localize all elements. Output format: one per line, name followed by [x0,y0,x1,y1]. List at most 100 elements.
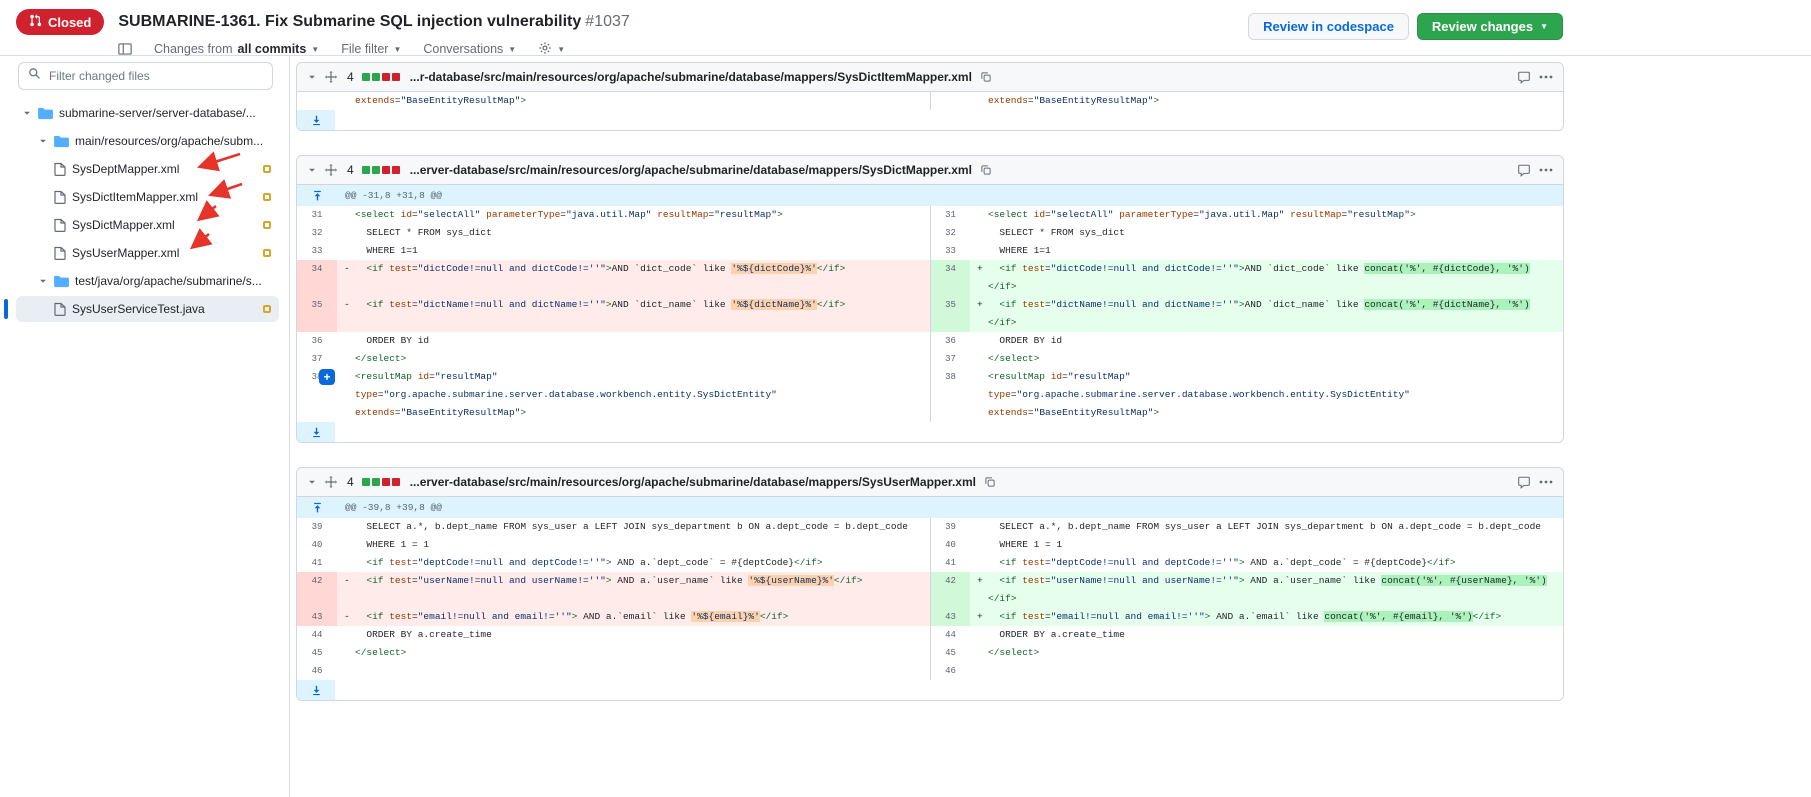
comment-icon[interactable] [1517,476,1531,489]
code-line[interactable]: SELECT a.*, b.dept_name FROM sys_user a … [337,518,930,536]
code-line[interactable]: <if test="deptCode!=null and deptCode!='… [970,554,1563,572]
drag-handle-icon[interactable] [325,164,337,176]
code-line[interactable]: <if test="deptCode!=null and deptCode!='… [337,554,930,572]
line-number[interactable]: 45 [297,644,337,662]
kebab-menu-icon[interactable] [1539,75,1553,79]
copy-path-icon[interactable] [984,476,996,488]
line-number[interactable]: 45 [930,644,970,662]
line-number[interactable] [297,386,337,404]
code-line[interactable] [337,662,930,680]
line-number[interactable] [297,404,337,422]
code-line[interactable]: WHERE 1 = 1 [970,536,1563,554]
code-line[interactable]: ORDER BY a.create_time [970,626,1563,644]
line-number[interactable]: 40 [297,536,337,554]
code-line[interactable]: ORDER BY a.create_time [337,626,930,644]
line-number[interactable]: 38 [930,368,970,386]
line-number[interactable]: 35 [930,296,970,332]
line-number[interactable]: 34 [930,260,970,296]
line-number[interactable]: 46 [297,662,337,680]
line-number[interactable]: 41 [930,554,970,572]
line-number[interactable]: 42 [930,572,970,608]
code-line[interactable]: SELECT * FROM sys_dict [337,224,930,242]
file-path[interactable]: ...erver-database/src/main/resources/org… [410,475,976,489]
line-number[interactable]: 43 [930,608,970,626]
line-number[interactable]: 39 [297,518,337,536]
code-line[interactable]: <select id="selectAll" parameterType="ja… [337,206,930,224]
filter-changed-files-input[interactable] [47,68,263,84]
tree-file-sysdictitemmapper-xml[interactable]: SysDictItemMapper.xml [16,184,279,210]
code-line[interactable]: type="org.apache.submarine.server.databa… [337,386,930,404]
diff-settings-menu[interactable]: ▼ [538,41,565,58]
file-path[interactable]: ...r-database/src/main/resources/org/apa… [410,70,972,84]
tree-folder-test-java-org-apache-submarine-s-[interactable]: test/java/org/apache/submarine/s... [16,268,279,294]
line-number[interactable]: 44 [930,626,970,644]
expand-diff-button[interactable] [297,422,335,442]
line-number[interactable]: 33 [297,242,337,260]
tree-file-sysdictmapper-xml[interactable]: SysDictMapper.xml [16,212,279,238]
conversations-menu[interactable]: Conversations▼ [423,42,516,56]
review-in-codespace-button[interactable]: Review in codespace [1248,13,1409,40]
tree-file-sysusermapper-xml[interactable]: SysUserMapper.xml [16,240,279,266]
line-number[interactable]: 32 [930,224,970,242]
line-number[interactable]: 32 [297,224,337,242]
code-line[interactable]: </select> [337,350,930,368]
tree-folder-submarine-server-server-database-[interactable]: submarine-server/server-database/... [16,100,279,126]
code-line[interactable]: SELECT * FROM sys_dict [970,224,1563,242]
line-number[interactable]: 31 [930,206,970,224]
copy-path-icon[interactable] [980,164,992,176]
file-tree-toggle-icon[interactable] [118,42,132,56]
line-number[interactable]: 37 [930,350,970,368]
code-line[interactable]: </select> [337,644,930,662]
code-line[interactable]: WHERE 1=1 [337,242,930,260]
comment-icon[interactable] [1517,164,1531,177]
line-number[interactable]: 41 [297,554,337,572]
code-line[interactable]: WHERE 1=1 [970,242,1563,260]
code-line[interactable]: ORDER BY id [337,332,930,350]
line-number[interactable] [930,92,970,110]
line-number[interactable] [297,92,337,110]
code-line[interactable]: - <if test="dictName!=null and dictName!… [337,296,930,332]
kebab-menu-icon[interactable] [1539,480,1553,484]
tree-file-sysdeptmapper-xml[interactable]: SysDeptMapper.xml [16,156,279,182]
code-line[interactable]: extends="BaseEntityResultMap"> [970,92,1563,110]
line-number[interactable]: 44 [297,626,337,644]
line-number[interactable]: 33 [930,242,970,260]
collapse-chevron-icon[interactable] [307,477,317,487]
copy-path-icon[interactable] [980,71,992,83]
drag-handle-icon[interactable] [325,71,337,83]
line-number[interactable]: 36 [297,332,337,350]
line-number[interactable]: 36 [930,332,970,350]
code-line[interactable]: extends="BaseEntityResultMap"> [337,404,930,422]
code-line[interactable]: WHERE 1 = 1 [337,536,930,554]
code-line[interactable]: <resultMap id="resultMap" [337,368,930,386]
code-line[interactable] [970,662,1563,680]
code-line[interactable]: <select id="selectAll" parameterType="ja… [970,206,1563,224]
code-line[interactable]: </select> [970,644,1563,662]
code-line[interactable]: SELECT a.*, b.dept_name FROM sys_user a … [970,518,1563,536]
expand-diff-button[interactable] [297,110,335,130]
line-number[interactable] [930,386,970,404]
add-comment-button[interactable]: + [319,369,335,385]
code-line[interactable]: extends="BaseEntityResultMap"> [970,404,1563,422]
line-number[interactable]: 46 [930,662,970,680]
code-line[interactable]: - <if test="userName!=null and userName!… [337,572,930,608]
code-line[interactable]: <resultMap id="resultMap" [970,368,1563,386]
commits-select-menu[interactable]: Changes fromall commits▼ [154,42,319,56]
collapse-chevron-icon[interactable] [307,165,317,175]
code-line[interactable]: extends="BaseEntityResultMap"> [337,92,930,110]
code-line[interactable]: + <if test="email!=null and email!=''"> … [970,608,1563,626]
drag-handle-icon[interactable] [325,476,337,488]
line-number[interactable]: 37 [297,350,337,368]
code-line[interactable]: - <if test="dictCode!=null and dictCode!… [337,260,930,296]
line-number[interactable]: 31 [297,206,337,224]
line-number[interactable]: 39 [930,518,970,536]
code-line[interactable]: </select> [970,350,1563,368]
expand-hunk-icon[interactable] [297,497,337,518]
file-filter-menu[interactable]: File filter▼ [341,42,401,56]
comment-icon[interactable] [1517,71,1531,84]
code-line[interactable]: - <if test="email!=null and email!=''"> … [337,608,930,626]
line-number[interactable]: 40 [930,536,970,554]
expand-diff-button[interactable] [297,680,335,700]
code-line[interactable]: + <if test="dictCode!=null and dictCode!… [970,260,1563,296]
expand-hunk-icon[interactable] [297,185,337,206]
